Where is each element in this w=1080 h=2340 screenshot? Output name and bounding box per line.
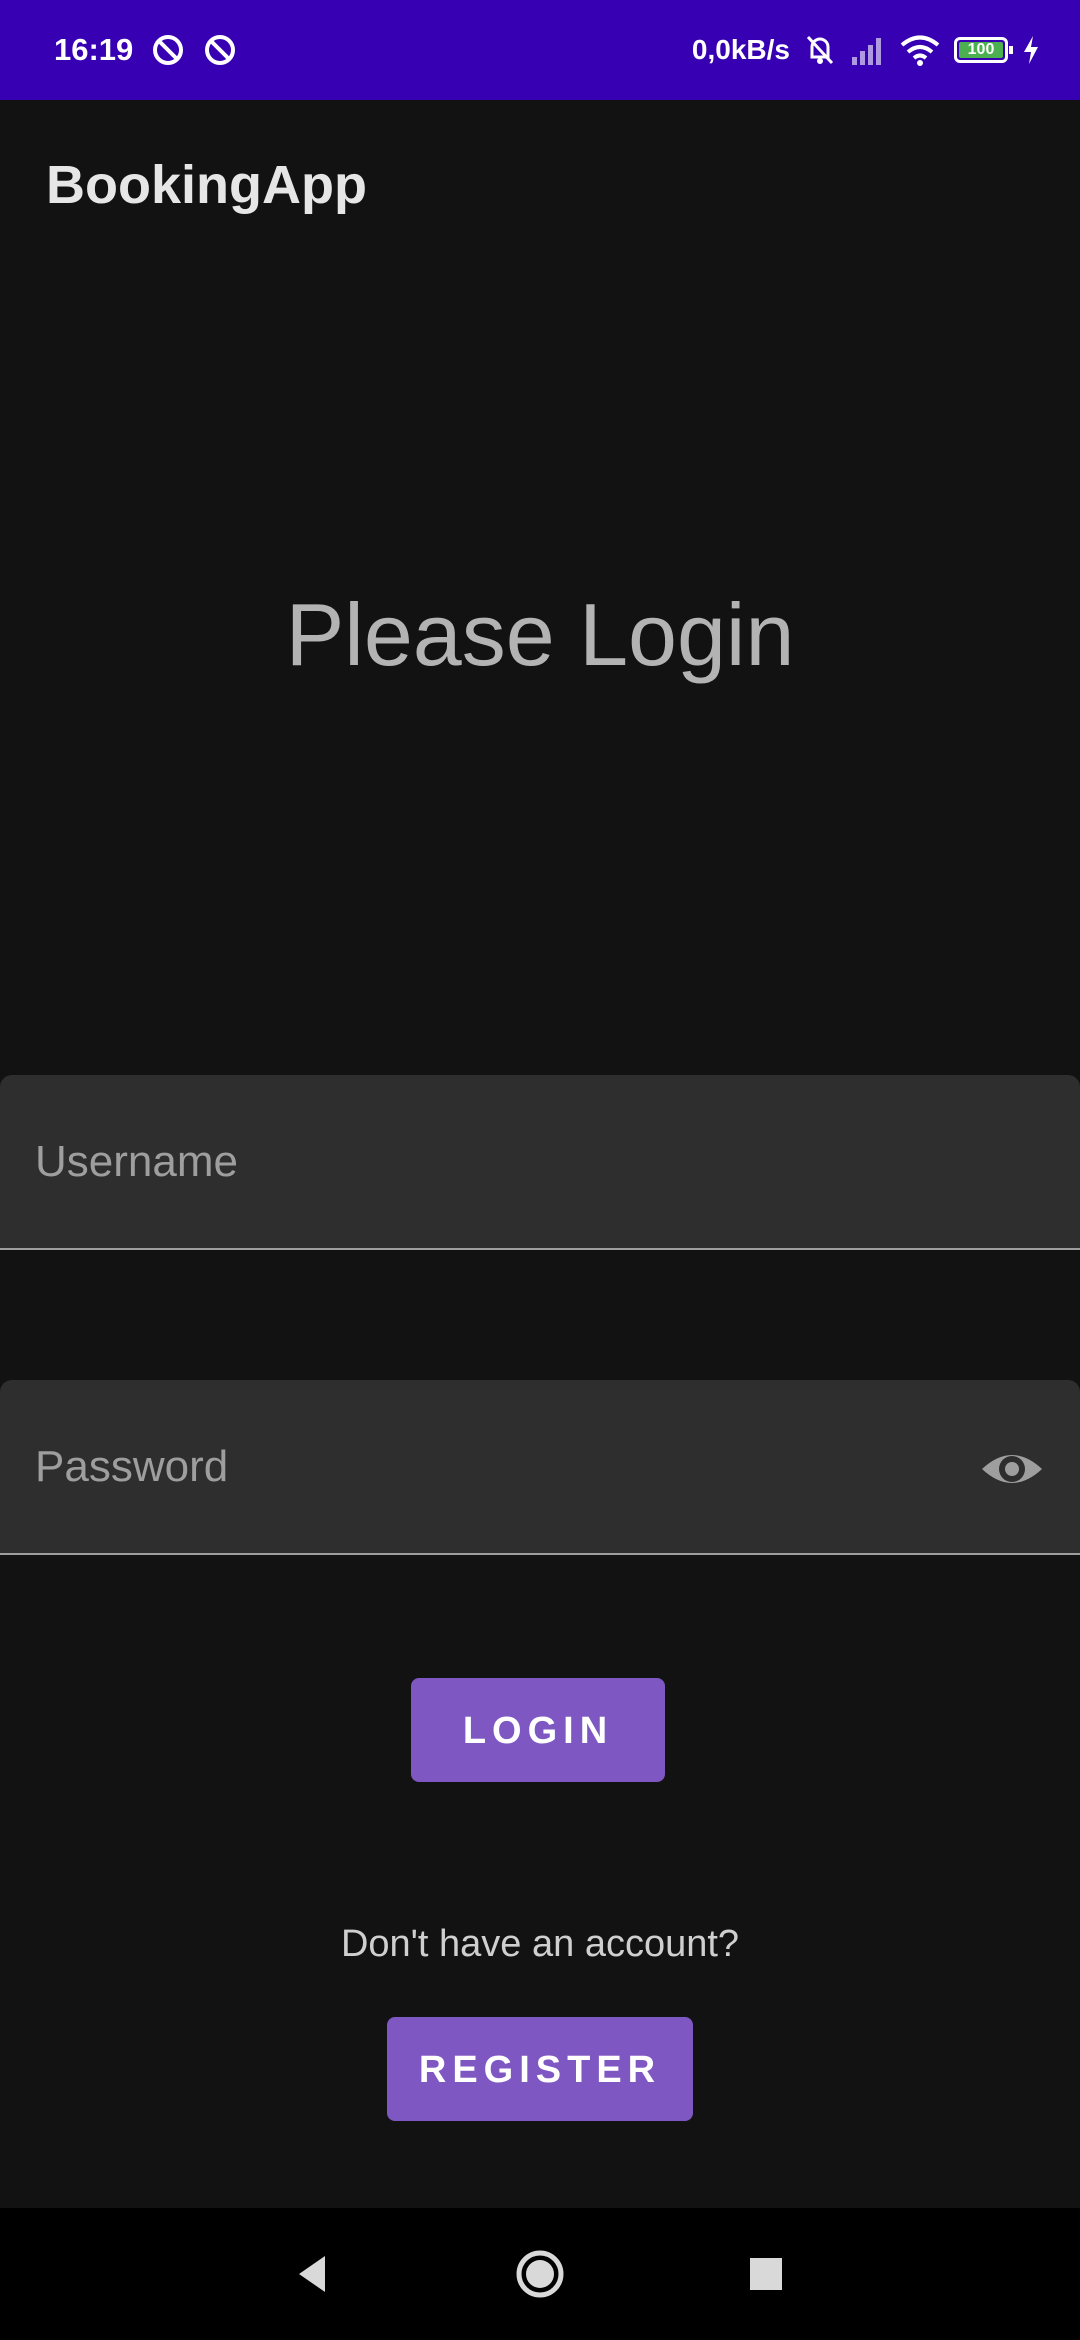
username-label: Username bbox=[35, 1137, 238, 1186]
register-button[interactable]: REGISTER bbox=[387, 2017, 693, 2121]
back-icon[interactable] bbox=[287, 2248, 339, 2300]
battery-icon: 100 bbox=[954, 37, 1013, 63]
dnd-icon bbox=[205, 35, 235, 65]
charging-icon bbox=[1024, 36, 1038, 64]
password-label: Password bbox=[35, 1442, 229, 1491]
home-icon[interactable] bbox=[514, 2248, 566, 2300]
net-speed: 0,0kB/s bbox=[691, 34, 790, 65]
eye-icon[interactable] bbox=[980, 1437, 1044, 1501]
battery-level: 100 bbox=[967, 41, 995, 58]
signal-icon bbox=[852, 38, 881, 65]
wifi-icon bbox=[900, 35, 940, 66]
dnd-icon bbox=[153, 35, 183, 65]
signup-prompt: Don't have an account? bbox=[340, 1923, 740, 1965]
password-field[interactable]: Password bbox=[0, 1380, 1080, 1555]
login-heading: Please Login bbox=[285, 585, 795, 684]
navigation-bar bbox=[0, 2208, 1080, 2340]
mute-icon bbox=[806, 35, 834, 65]
recents-icon[interactable] bbox=[740, 2248, 792, 2300]
status-indicators: 0,0kB/s 100 bbox=[692, 28, 1040, 72]
login-button[interactable]: LOGIN bbox=[411, 1678, 665, 1782]
status-time: 16:19 bbox=[54, 32, 134, 67]
username-field[interactable]: Username bbox=[0, 1075, 1080, 1250]
app-title: BookingApp bbox=[46, 155, 367, 215]
status-bar: 16:19 0,0kB/s 100 bbox=[0, 0, 1080, 100]
